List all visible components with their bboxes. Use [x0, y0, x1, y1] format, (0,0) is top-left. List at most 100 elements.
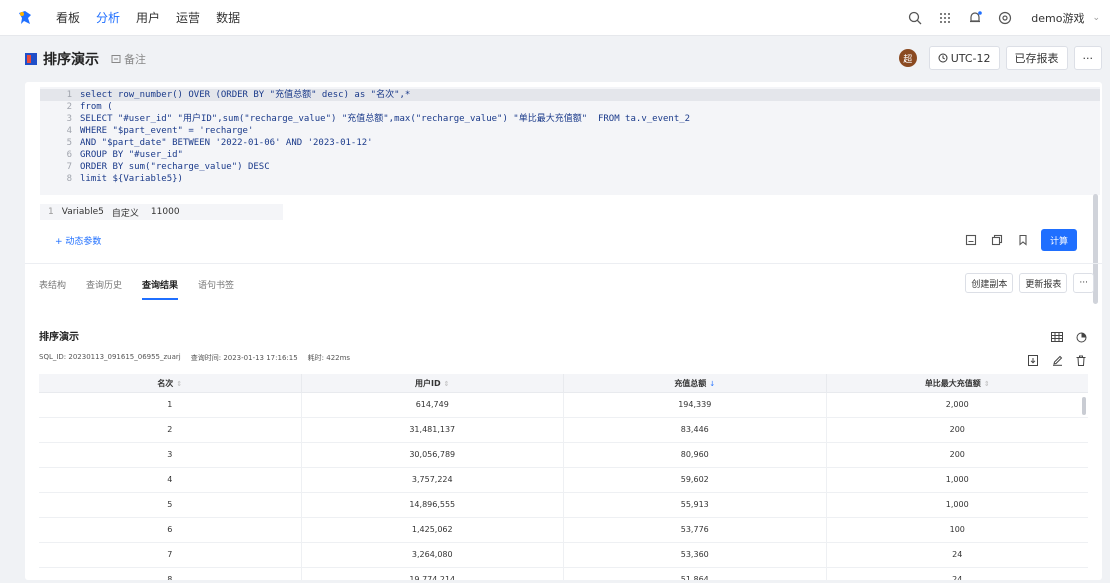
edit-icon[interactable]: [1046, 352, 1068, 368]
bell-icon[interactable]: [961, 4, 989, 32]
column-header-max-recharge[interactable]: 单比最大充值额 ⇕: [827, 374, 1089, 392]
table-cell: 24: [952, 550, 963, 559]
table-row: 8 19,774,214 51,864 24: [39, 568, 1088, 580]
sort-icon[interactable]: ⇕: [444, 380, 450, 388]
table-cell: 53,776: [564, 518, 827, 542]
note-button[interactable]: 备注: [111, 51, 146, 67]
table-cell: 7: [39, 543, 302, 567]
table-row: 5 14,896,555 55,913 1,000: [39, 493, 1088, 518]
table-row: 6 1,425,062 53,776 100: [39, 518, 1088, 543]
sql-id: SQL_ID: 20230113_091615_06955_zuarj: [39, 353, 181, 361]
table-cell: 59,602: [564, 468, 827, 492]
tab-result[interactable]: 查询结果: [142, 274, 179, 300]
table-cell: 2,000: [945, 400, 969, 409]
table-scrollbar[interactable]: [1082, 397, 1086, 415]
code-line: 6 GROUP BY "#user_id": [66, 150, 183, 160]
table-cell: 14,896,555: [302, 493, 564, 517]
nav-item-dashboard[interactable]: 看板: [56, 9, 80, 26]
table-cell: 1,425,062: [302, 518, 564, 542]
delete-icon[interactable]: [1070, 352, 1092, 368]
add-dynamic-param-button[interactable]: + 动态参数: [55, 234, 101, 247]
report-icon: [25, 53, 37, 65]
sql-editor[interactable]: 1 select row_number() OVER (ORDER BY "充值总…: [40, 87, 1100, 195]
variable-index: 1: [48, 207, 54, 217]
code-line: 2 from (: [66, 102, 113, 112]
table-cell: 83,446: [564, 418, 827, 442]
column-header-rank[interactable]: 名次 ⇕: [39, 374, 302, 392]
sql-card: 1 select row_number() OVER (ORDER BY "充值总…: [25, 82, 1102, 580]
code-line: 4 WHERE "$part_event" = 'recharge': [66, 126, 254, 136]
nav-item-operations[interactable]: 运营: [176, 9, 200, 26]
settings-icon[interactable]: [991, 4, 1019, 32]
table-cell: 3,264,080: [302, 543, 564, 567]
run-button[interactable]: 计算: [1041, 229, 1077, 251]
table-cell: 30,056,789: [302, 443, 564, 467]
nav-item-data[interactable]: 数据: [216, 9, 240, 26]
note-icon: [111, 55, 121, 63]
avatar[interactable]: 超: [898, 49, 917, 67]
table-row: 4 3,757,224 59,602 1,000: [39, 468, 1088, 493]
column-header-user-id[interactable]: 用户ID ⇕: [302, 374, 564, 392]
table-row: 3 30,056,789 80,960 200: [39, 443, 1088, 468]
page-header: 排序演示 备注 超 UTC-12 已存报表 ···: [0, 36, 1110, 82]
table-cell: 24: [952, 575, 963, 580]
table-cell: 80,960: [564, 443, 827, 467]
table-cell: 200: [949, 425, 965, 434]
chevron-down-icon[interactable]: ⌄: [1092, 13, 1100, 23]
table-cell: 19,774,214: [302, 568, 564, 580]
tab-history[interactable]: 查询历史: [86, 274, 122, 300]
nav-item-analysis[interactable]: 分析: [96, 9, 120, 26]
variable-value: 11000: [150, 207, 180, 217]
save-icon[interactable]: [959, 229, 983, 251]
saved-report-button[interactable]: 已存报表: [1005, 46, 1068, 70]
table-cell: 3,757,224: [302, 468, 564, 492]
table-cell: 100: [949, 525, 965, 534]
table-row: 7 3,264,080 53,360 24: [39, 543, 1088, 568]
sort-icon[interactable]: ⇕: [984, 380, 990, 388]
bookmark-icon[interactable]: [1011, 229, 1035, 251]
sort-desc-icon[interactable]: ↓: [709, 380, 715, 388]
code-line: 1 select row_number() OVER (ORDER BY "充值总…: [40, 89, 1100, 101]
result-meta: SQL_ID: 20230113_091615_06955_zuarj 查询时间…: [39, 353, 360, 363]
app-logo[interactable]: [10, 0, 40, 36]
result-title: 排序演示: [39, 332, 79, 343]
view-toolbar: [1044, 329, 1092, 345]
download-icon[interactable]: [1022, 352, 1044, 368]
table-cell: 614,749: [302, 393, 564, 417]
copy-icon[interactable]: [985, 229, 1009, 251]
tab-schema[interactable]: 表结构: [39, 274, 66, 300]
table-row: 1 614,749 194,339 2,000: [39, 393, 1088, 418]
sort-icon[interactable]: ⇕: [176, 380, 182, 388]
table-row: 2 31,481,137 83,446 200: [39, 418, 1088, 443]
tab-bookmarks[interactable]: 语句书签: [198, 274, 234, 300]
table-cell: 4: [39, 468, 302, 492]
more-button[interactable]: ···: [1073, 46, 1102, 70]
timezone-button[interactable]: UTC-12: [928, 46, 1000, 70]
variable-row[interactable]: 1 Variable5 自定义 11000: [40, 204, 283, 220]
apps-grid-icon[interactable]: [931, 4, 959, 32]
update-report-button[interactable]: 更新报表: [1019, 273, 1068, 293]
create-copy-button[interactable]: 创建副本: [965, 273, 1014, 293]
table-cell: 5: [39, 493, 302, 517]
editor-toolbar: 计算: [957, 229, 1077, 251]
tab-more-button[interactable]: ···: [1073, 273, 1094, 293]
nav-item-users[interactable]: 用户: [136, 9, 160, 26]
query-time: 查询时间: 2023-01-13 17:16:15: [190, 354, 298, 362]
table-cell: 200: [949, 450, 965, 459]
code-line: 8 limit ${Variable5}): [66, 174, 183, 184]
code-line: 5 AND "$part_date" BETWEEN '2022-01-06' A…: [66, 138, 373, 148]
table-cell: 2: [39, 418, 302, 442]
table-cell: 1: [39, 393, 302, 417]
column-header-total-recharge[interactable]: 充值总额 ↓: [564, 374, 827, 392]
clock-icon: [938, 53, 948, 63]
result-tabs: 表结构 查询历史 查询结果 语句书签: [39, 274, 254, 300]
search-icon[interactable]: [901, 4, 929, 32]
pie-chart-icon[interactable]: [1070, 329, 1092, 345]
table-cell: 6: [39, 518, 302, 542]
table-cell: 1,000: [945, 500, 969, 509]
user-menu[interactable]: demo游戏: [1031, 10, 1084, 26]
table-view-icon[interactable]: [1046, 329, 1068, 345]
page-title: 排序演示: [43, 52, 99, 68]
note-label: 备注: [124, 53, 146, 66]
code-line: 3 SELECT "#user_id" "用户ID",sum("recharge_…: [66, 114, 691, 124]
